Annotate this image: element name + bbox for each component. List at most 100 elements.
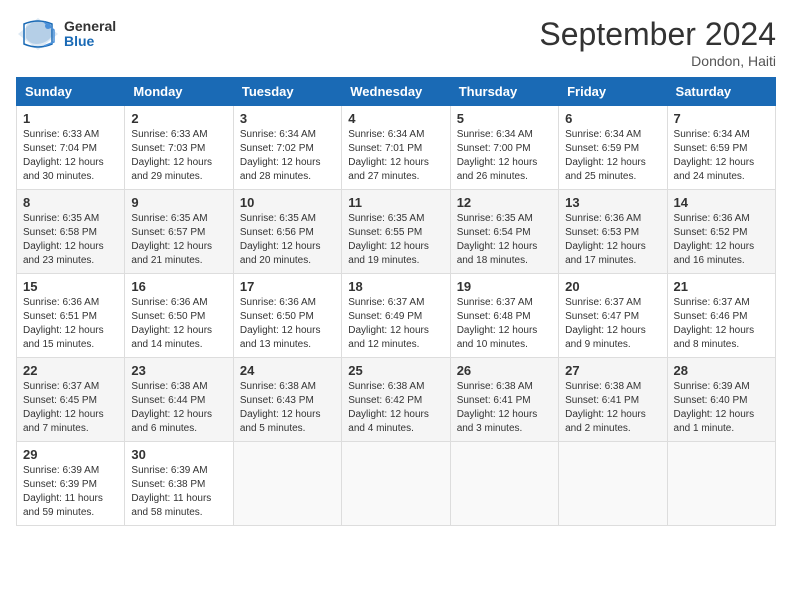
day-info: Sunrise: 6:39 AM Sunset: 6:38 PM Dayligh…	[131, 464, 226, 520]
day-info: Sunrise: 6:35 AM Sunset: 6:55 PM Dayligh…	[348, 212, 443, 268]
week-row-3: 15Sunrise: 6:36 AM Sunset: 6:51 PM Dayli…	[17, 274, 776, 358]
day-number: 19	[457, 279, 552, 294]
day-info: Sunrise: 6:35 AM Sunset: 6:58 PM Dayligh…	[23, 212, 118, 268]
day-info: Sunrise: 6:38 AM Sunset: 6:41 PM Dayligh…	[565, 380, 660, 436]
day-number: 26	[457, 363, 552, 378]
header-tuesday: Tuesday	[233, 78, 341, 106]
day-info: Sunrise: 6:36 AM Sunset: 6:52 PM Dayligh…	[674, 212, 769, 268]
day-number: 10	[240, 195, 335, 210]
day-number: 20	[565, 279, 660, 294]
header-sunday: Sunday	[17, 78, 125, 106]
day-number: 3	[240, 111, 335, 126]
header-monday: Monday	[125, 78, 233, 106]
day-number: 9	[131, 195, 226, 210]
day-info: Sunrise: 6:33 AM Sunset: 7:04 PM Dayligh…	[23, 128, 118, 184]
calendar: SundayMondayTuesdayWednesdayThursdayFrid…	[16, 77, 776, 526]
header-row: SundayMondayTuesdayWednesdayThursdayFrid…	[17, 78, 776, 106]
header-wednesday: Wednesday	[342, 78, 450, 106]
day-cell: 13Sunrise: 6:36 AM Sunset: 6:53 PM Dayli…	[559, 190, 667, 274]
day-cell: 12 Sunrise: 6:35 AM Sunset: 6:54 PM Dayli…	[450, 190, 558, 274]
day-number: 8	[23, 195, 118, 210]
day-cell: 2 Sunrise: 6:33 AM Sunset: 7:03 PM Daylig…	[125, 106, 233, 190]
day-cell: 29 Sunrise: 6:39 AM Sunset: 6:39 PM Dayli…	[17, 442, 125, 526]
day-cell: 22Sunrise: 6:37 AM Sunset: 6:45 PM Dayli…	[17, 358, 125, 442]
logo-text: General Blue	[64, 19, 116, 50]
day-number: 14	[674, 195, 769, 210]
day-info: Sunrise: 6:39 AM Sunset: 6:40 PM Dayligh…	[674, 380, 769, 436]
day-number: 12	[457, 195, 552, 210]
day-info: Sunrise: 6:35 AM Sunset: 6:54 PM Dayligh…	[457, 212, 552, 268]
day-number: 5	[457, 111, 552, 126]
day-number: 16	[131, 279, 226, 294]
day-number: 2	[131, 111, 226, 126]
day-number: 17	[240, 279, 335, 294]
day-info: Sunrise: 6:34 AM Sunset: 6:59 PM Dayligh…	[565, 128, 660, 184]
day-info: Sunrise: 6:34 AM Sunset: 7:00 PM Dayligh…	[457, 128, 552, 184]
day-info: Sunrise: 6:39 AM Sunset: 6:39 PM Dayligh…	[23, 464, 118, 520]
day-cell: 24Sunrise: 6:38 AM Sunset: 6:43 PM Dayli…	[233, 358, 341, 442]
day-number: 11	[348, 195, 443, 210]
day-cell: 10Sunrise: 6:35 AM Sunset: 6:56 PM Dayli…	[233, 190, 341, 274]
day-cell: 17 Sunrise: 6:36 AM Sunset: 6:50 PM Dayli…	[233, 274, 341, 358]
day-number: 30	[131, 447, 226, 462]
day-number: 7	[674, 111, 769, 126]
day-cell: 15Sunrise: 6:36 AM Sunset: 6:51 PM Dayli…	[17, 274, 125, 358]
day-info: Sunrise: 6:37 AM Sunset: 6:48 PM Dayligh…	[457, 296, 552, 352]
week-row-2: 8 Sunrise: 6:35 AM Sunset: 6:58 PM Daylig…	[17, 190, 776, 274]
day-cell	[342, 442, 450, 526]
day-number: 1	[23, 111, 118, 126]
day-cell	[450, 442, 558, 526]
day-number: 23	[131, 363, 226, 378]
day-cell: 19 Sunrise: 6:37 AM Sunset: 6:48 PM Dayli…	[450, 274, 558, 358]
day-cell	[667, 442, 775, 526]
location: Dondon, Haiti	[539, 53, 776, 69]
day-cell	[233, 442, 341, 526]
week-row-4: 22Sunrise: 6:37 AM Sunset: 6:45 PM Dayli…	[17, 358, 776, 442]
day-number: 28	[674, 363, 769, 378]
day-info: Sunrise: 6:36 AM Sunset: 6:51 PM Dayligh…	[23, 296, 118, 352]
day-info: Sunrise: 6:33 AM Sunset: 7:03 PM Dayligh…	[131, 128, 226, 184]
header-thursday: Thursday	[450, 78, 558, 106]
week-row-5: 29 Sunrise: 6:39 AM Sunset: 6:39 PM Dayli…	[17, 442, 776, 526]
day-cell: 30 Sunrise: 6:39 AM Sunset: 6:38 PM Dayli…	[125, 442, 233, 526]
day-info: Sunrise: 6:34 AM Sunset: 7:01 PM Dayligh…	[348, 128, 443, 184]
day-number: 22	[23, 363, 118, 378]
day-cell	[559, 442, 667, 526]
day-info: Sunrise: 6:38 AM Sunset: 6:41 PM Dayligh…	[457, 380, 552, 436]
day-info: Sunrise: 6:37 AM Sunset: 6:46 PM Dayligh…	[674, 296, 769, 352]
day-info: Sunrise: 6:38 AM Sunset: 6:44 PM Dayligh…	[131, 380, 226, 436]
day-cell: 14 Sunrise: 6:36 AM Sunset: 6:52 PM Dayli…	[667, 190, 775, 274]
day-number: 4	[348, 111, 443, 126]
day-info: Sunrise: 6:37 AM Sunset: 6:49 PM Dayligh…	[348, 296, 443, 352]
day-info: Sunrise: 6:34 AM Sunset: 6:59 PM Dayligh…	[674, 128, 769, 184]
page-header: General Blue September 2024 Dondon, Hait…	[16, 16, 776, 69]
day-cell: 26 Sunrise: 6:38 AM Sunset: 6:41 PM Dayli…	[450, 358, 558, 442]
day-info: Sunrise: 6:37 AM Sunset: 6:47 PM Dayligh…	[565, 296, 660, 352]
day-cell: 28 Sunrise: 6:39 AM Sunset: 6:40 PM Dayli…	[667, 358, 775, 442]
day-number: 27	[565, 363, 660, 378]
day-cell: 11 Sunrise: 6:35 AM Sunset: 6:55 PM Dayli…	[342, 190, 450, 274]
day-cell: 18Sunrise: 6:37 AM Sunset: 6:49 PM Dayli…	[342, 274, 450, 358]
logo: General Blue	[16, 16, 116, 52]
week-row-1: 1 Sunrise: 6:33 AM Sunset: 7:04 PM Daylig…	[17, 106, 776, 190]
day-cell: 21Sunrise: 6:37 AM Sunset: 6:46 PM Dayli…	[667, 274, 775, 358]
day-number: 29	[23, 447, 118, 462]
day-cell: 6 Sunrise: 6:34 AM Sunset: 6:59 PM Daylig…	[559, 106, 667, 190]
logo-general: General	[64, 19, 116, 34]
title-area: September 2024 Dondon, Haiti	[539, 16, 776, 69]
day-cell: 25Sunrise: 6:38 AM Sunset: 6:42 PM Dayli…	[342, 358, 450, 442]
day-cell: 1 Sunrise: 6:33 AM Sunset: 7:04 PM Daylig…	[17, 106, 125, 190]
header-friday: Friday	[559, 78, 667, 106]
logo-icon	[16, 16, 60, 52]
day-cell: 27 Sunrise: 6:38 AM Sunset: 6:41 PM Dayli…	[559, 358, 667, 442]
day-number: 25	[348, 363, 443, 378]
day-cell: 4 Sunrise: 6:34 AM Sunset: 7:01 PM Daylig…	[342, 106, 450, 190]
day-cell: 3Sunrise: 6:34 AM Sunset: 7:02 PM Daylig…	[233, 106, 341, 190]
day-cell: 20 Sunrise: 6:37 AM Sunset: 6:47 PM Dayli…	[559, 274, 667, 358]
day-info: Sunrise: 6:38 AM Sunset: 6:43 PM Dayligh…	[240, 380, 335, 436]
day-info: Sunrise: 6:36 AM Sunset: 6:50 PM Dayligh…	[131, 296, 226, 352]
day-number: 6	[565, 111, 660, 126]
day-cell: 8 Sunrise: 6:35 AM Sunset: 6:58 PM Daylig…	[17, 190, 125, 274]
day-info: Sunrise: 6:36 AM Sunset: 6:50 PM Dayligh…	[240, 296, 335, 352]
month-title: September 2024	[539, 16, 776, 53]
